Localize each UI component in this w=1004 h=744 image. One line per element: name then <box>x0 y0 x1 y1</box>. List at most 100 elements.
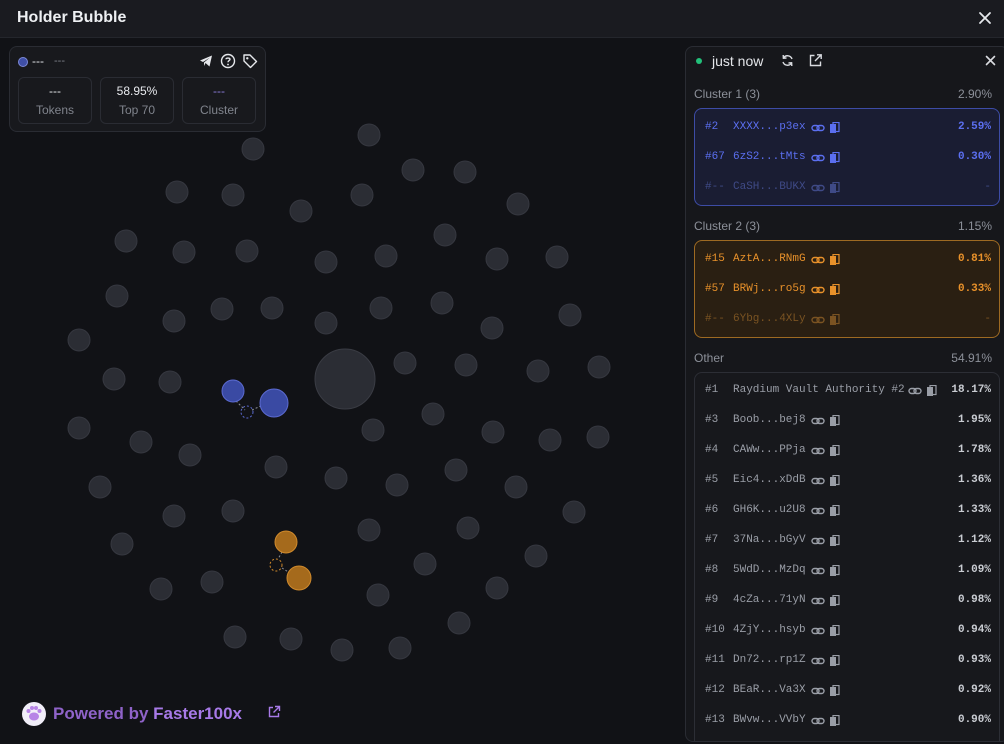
link-icon[interactable] <box>811 445 825 457</box>
holder-row[interactable]: #57 BRWj...ro5g 0.33% <box>695 280 999 300</box>
holder-row[interactable]: #7 37Na...bGyV 1.12% <box>695 531 999 551</box>
link-icon[interactable] <box>811 284 825 296</box>
holder-bubble[interactable] <box>480 316 504 340</box>
link-icon[interactable] <box>811 475 825 487</box>
holder-bubble[interactable] <box>453 160 477 184</box>
copy-icon[interactable] <box>829 625 840 637</box>
holder-bubble[interactable] <box>421 402 445 426</box>
copy-icon[interactable] <box>829 505 840 517</box>
link-icon[interactable] <box>811 655 825 667</box>
holder-row[interactable]: #3 Boob...bej8 1.95% <box>695 411 999 431</box>
holder-bubble[interactable] <box>102 367 126 391</box>
holder-bubble[interactable] <box>374 244 398 268</box>
holder-row[interactable]: #4 CAWw...PPja 1.78% <box>695 441 999 461</box>
holder-bubble[interactable] <box>235 239 259 263</box>
holder-bubble[interactable] <box>221 499 245 523</box>
holder-bubble[interactable] <box>223 625 247 649</box>
holder-bubble[interactable] <box>162 309 186 333</box>
holder-bubble[interactable] <box>221 183 245 207</box>
holder-bubble[interactable] <box>454 353 478 377</box>
holder-bubble[interactable] <box>413 552 437 576</box>
holder-bubble[interactable] <box>485 247 509 271</box>
holder-bubble[interactable] <box>162 504 186 528</box>
copy-icon[interactable] <box>829 445 840 457</box>
holder-bubble[interactable] <box>361 418 385 442</box>
link-icon[interactable] <box>811 254 825 266</box>
link-icon[interactable] <box>811 715 825 727</box>
holder-bubble[interactable] <box>260 296 284 320</box>
holder-row[interactable]: #-- CaSH...BUKX - <box>695 178 999 198</box>
holder-bubble[interactable] <box>158 370 182 394</box>
holder-bubble[interactable] <box>586 425 610 449</box>
holder-bubble[interactable] <box>114 229 138 253</box>
holder-row[interactable]: #9 4cZa...71yN 0.98% <box>695 591 999 611</box>
holder-bubble[interactable] <box>314 311 338 335</box>
cluster-2-bubble[interactable] <box>286 565 312 591</box>
link-icon[interactable] <box>811 182 825 194</box>
cluster-2-bubble[interactable] <box>274 530 298 554</box>
cluster-1-bubble[interactable] <box>221 379 245 403</box>
copy-icon[interactable] <box>829 475 840 487</box>
link-icon[interactable] <box>811 535 825 547</box>
holder-bubble[interactable] <box>456 516 480 540</box>
holder-bubble[interactable] <box>504 475 528 499</box>
holder-bubble[interactable] <box>485 576 509 600</box>
holder-bubble[interactable] <box>314 348 376 410</box>
help-icon[interactable] <box>220 53 236 69</box>
link-icon[interactable] <box>811 415 825 427</box>
link-icon[interactable] <box>811 565 825 577</box>
link-icon[interactable] <box>811 625 825 637</box>
holder-row[interactable]: #-- 6Ybg...4XLy - <box>695 310 999 330</box>
holder-bubble[interactable] <box>526 359 550 383</box>
holder-row[interactable]: #11 Dn72...rp1Z 0.93% <box>695 651 999 671</box>
holder-row[interactable]: #15 AztA...RNmG 0.81% <box>695 250 999 270</box>
cluster-1-group[interactable] <box>221 379 289 419</box>
holder-row[interactable]: #13 BWvw...VVbY 0.90% <box>695 711 999 731</box>
holder-bubble[interactable] <box>314 250 338 274</box>
holder-bubble[interactable] <box>369 296 393 320</box>
cluster-1-bubble[interactable] <box>259 388 289 418</box>
link-icon[interactable] <box>811 314 825 326</box>
copy-icon[interactable] <box>829 284 840 296</box>
holder-row[interactable]: #8 5WdD...MzDq 1.09% <box>695 561 999 581</box>
holder-bubble[interactable] <box>129 430 153 454</box>
holder-bubble[interactable] <box>545 245 569 269</box>
holder-bubble[interactable] <box>481 420 505 444</box>
holder-row[interactable]: #10 4ZjY...hsyb 0.94% <box>695 621 999 641</box>
holder-row[interactable]: #67 6zS2...tMts 0.30% <box>695 148 999 168</box>
holder-row[interactable]: #5 Eic4...xDdB 1.36% <box>695 471 999 491</box>
copy-icon[interactable] <box>829 565 840 577</box>
copy-icon[interactable] <box>829 655 840 667</box>
holder-bubble[interactable] <box>444 458 468 482</box>
holder-bubble[interactable] <box>562 500 586 524</box>
holder-bubble[interactable] <box>149 577 173 601</box>
holder-bubble[interactable] <box>110 532 134 556</box>
holder-bubble[interactable] <box>330 638 354 662</box>
holder-bubble[interactable] <box>433 223 457 247</box>
copy-icon[interactable] <box>829 182 840 194</box>
holder-bubble[interactable] <box>165 180 189 204</box>
link-icon[interactable] <box>811 152 825 164</box>
copy-icon[interactable] <box>829 595 840 607</box>
copy-icon[interactable] <box>829 415 840 427</box>
open-external-icon[interactable] <box>808 53 823 68</box>
holder-bubble[interactable] <box>105 284 129 308</box>
holder-bubble[interactable] <box>241 137 265 161</box>
close-icon[interactable] <box>976 9 994 27</box>
refresh-icon[interactable] <box>780 53 795 68</box>
link-icon[interactable] <box>908 385 922 397</box>
holder-bubble[interactable] <box>289 199 313 223</box>
holder-bubble[interactable] <box>401 158 425 182</box>
holder-bubble[interactable] <box>558 303 582 327</box>
copy-icon[interactable] <box>926 385 937 397</box>
copy-icon[interactable] <box>829 715 840 727</box>
holder-bubble[interactable] <box>357 123 381 147</box>
link-icon[interactable] <box>811 122 825 134</box>
cluster-2-group[interactable] <box>269 530 312 591</box>
holder-bubble[interactable] <box>524 544 548 568</box>
holder-bubble[interactable] <box>430 291 454 315</box>
holder-bubble[interactable] <box>264 455 288 479</box>
telegram-icon[interactable] <box>198 53 214 69</box>
holder-bubble[interactable] <box>178 443 202 467</box>
holder-bubble[interactable] <box>538 428 562 452</box>
